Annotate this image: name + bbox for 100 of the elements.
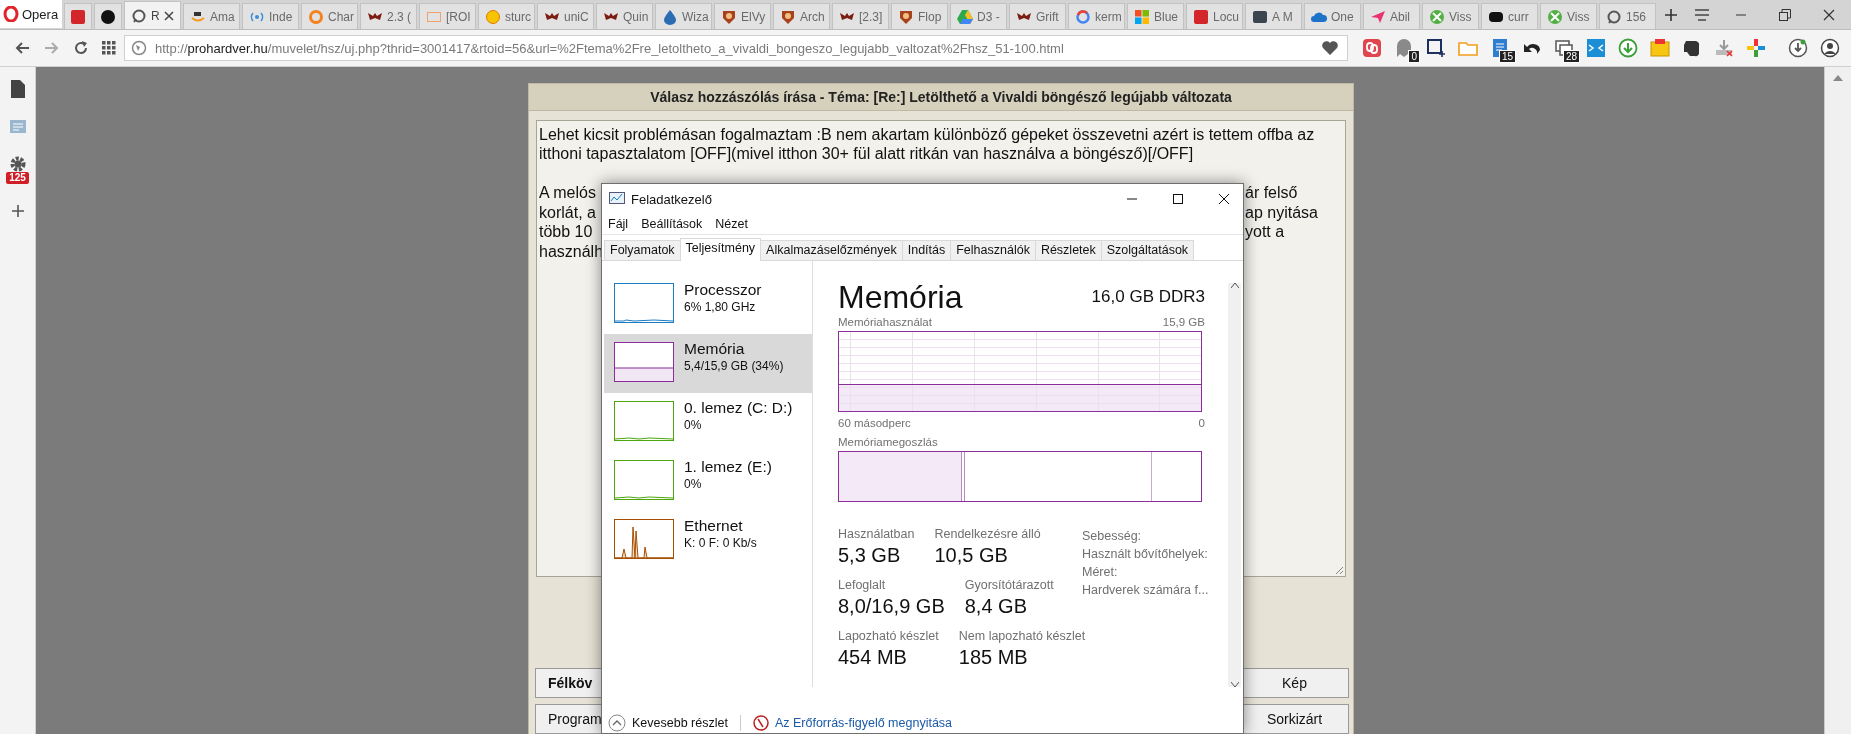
browser-tab[interactable]: Locu	[1186, 3, 1243, 29]
browser-tab[interactable]: One	[1304, 3, 1361, 29]
resource-item[interactable]: 1. lemez (E:) 0%	[604, 452, 812, 511]
plus-icon[interactable]	[1664, 8, 1678, 22]
browser-tab[interactable]: 2.3 (	[360, 3, 417, 29]
browser-tab[interactable]: kerm	[1068, 3, 1125, 29]
resource-item[interactable]: Processzor 6% 1,80 GHz	[604, 275, 812, 334]
graph-max-label: 15,9 GB	[1162, 315, 1205, 329]
axis-label: 0	[1198, 416, 1205, 430]
graph-label: Memóriamegoszlás	[838, 435, 938, 449]
scroll-up-icon[interactable]	[1230, 283, 1239, 288]
pinwheel-icon[interactable]	[1746, 38, 1766, 58]
reload-icon[interactable]	[74, 41, 88, 55]
browser-tab[interactable]: 156	[1599, 3, 1656, 29]
resource-item[interactable]: 0. lemez (C: D:) 0%	[604, 393, 812, 452]
resource-detail: 0%	[684, 476, 703, 492]
browser-tab[interactable]: Viss	[1540, 3, 1597, 29]
chevron-circle-icon[interactable]	[608, 714, 626, 732]
details-toggle[interactable]: Kevesebb részlet	[632, 716, 728, 730]
link[interactable]: Az Erőforrás-figyelő megnyitása	[774, 716, 953, 730]
browser-tab[interactable]: Arch	[773, 3, 830, 29]
message-text: ap nyitása	[1245, 202, 1318, 223]
stat-value: 185 MB	[958, 645, 1029, 670]
browser-tab[interactable]: uniC	[537, 3, 594, 29]
toolbar-button[interactable]: Félköv	[535, 668, 601, 698]
chain-icon[interactable]	[1362, 38, 1382, 58]
property-label: Használt bővítőhelyek:	[1082, 546, 1209, 563]
tab[interactable]: Felhasználók	[950, 240, 1036, 260]
browser-tab[interactable]: sturc	[478, 3, 535, 29]
close-icon[interactable]	[1218, 194, 1229, 204]
resource-detail: 0%	[684, 417, 703, 433]
cross-circle-icon	[1429, 8, 1445, 25]
code-icon[interactable]	[1586, 38, 1606, 58]
browser-tab[interactable]: A M	[1245, 3, 1302, 29]
maximize-icon[interactable]	[1172, 194, 1183, 204]
menu-item[interactable]: Nézet	[715, 217, 748, 231]
back-icon[interactable]	[14, 41, 30, 55]
close-icon[interactable]	[1823, 9, 1835, 21]
menu-icon[interactable]	[1694, 9, 1710, 21]
tab[interactable]: Folyamatok	[604, 240, 681, 260]
count-badge: 0	[1408, 50, 1420, 63]
download-icon[interactable]	[1618, 38, 1638, 58]
browser-tab[interactable]: Ama	[183, 3, 240, 29]
browser-tab[interactable]: Abil	[1363, 3, 1420, 29]
monitor-graph-icon	[609, 192, 625, 206]
heart-icon[interactable]	[1321, 40, 1339, 56]
browser-tab[interactable]	[94, 3, 122, 29]
tab[interactable]: Indítás	[901, 240, 952, 260]
count-badge: 15	[1498, 50, 1516, 63]
tray-icon[interactable]	[1714, 38, 1734, 58]
browser-tab[interactable]: curr	[1481, 3, 1538, 29]
menu-item[interactable]: Fájl	[608, 217, 629, 231]
gauge-icon[interactable]	[752, 715, 769, 731]
resource-name: Processzor	[684, 280, 762, 299]
browser-tab[interactable]: D3 -	[950, 3, 1007, 29]
cross-circle-icon	[1547, 8, 1563, 25]
document-icon[interactable]	[8, 79, 27, 99]
property-label: Sebesség:	[1082, 528, 1143, 545]
stat-value: 8,4 GB	[964, 594, 1028, 619]
toolbar-button[interactable]: Program	[535, 704, 601, 734]
address-field[interactable]: http://prohardver.hu/muvelet/hsz/uj.php?thrid=3001417&rtoid=56&url=%2Ftema%2Fre_letoltheto_a_vivaldi_bongeszo_legujabb_valtozat%2Fhsz_51-100.html	[124, 35, 1348, 61]
browser-tab[interactable]: Quin	[596, 3, 653, 29]
browser-tab[interactable]: Grift	[1009, 3, 1066, 29]
browser-tab[interactable]: Wiza	[655, 3, 712, 29]
tab[interactable]: Szolgáltatások	[1100, 240, 1195, 260]
browser-tab[interactable]: [ROI	[419, 3, 476, 29]
ghost-icon[interactable]	[1394, 38, 1414, 58]
tab[interactable]: Alkalmazáselőzmények	[760, 240, 903, 260]
tab[interactable]: Teljesítmény	[679, 238, 762, 261]
menu-item[interactable]: Beállítások	[641, 217, 703, 231]
browser-tab[interactable]: Viss	[1422, 3, 1479, 29]
browser-tab[interactable]: ElVy	[714, 3, 771, 29]
browser-tab[interactable]: Flop	[891, 3, 948, 29]
account-icon[interactable]	[1820, 38, 1840, 58]
grid-icon[interactable]	[102, 41, 116, 55]
circle-icon	[100, 8, 116, 25]
resource-item[interactable]: Ethernet K: 0 F: 0 Kb/s	[604, 511, 812, 570]
archive-icon[interactable]	[1650, 38, 1670, 58]
menu-button[interactable]: Opera	[0, 0, 62, 28]
message-text: itthoni tapasztalatom [OFF](mivel itthon 30+ fül alatt ritkán van használva a böngésző)[/OFF]	[539, 144, 1194, 164]
ring-icon	[131, 7, 147, 24]
browser-tab[interactable]: R	[124, 1, 181, 29]
scroll-down-icon[interactable]	[1230, 682, 1239, 687]
globe-icon	[131, 40, 147, 56]
ring-icon	[3, 6, 19, 22]
close-icon[interactable]	[164, 10, 174, 21]
resource-item[interactable]: Memória 5,4/15,9 GB (34%)	[604, 334, 812, 393]
square-plus-icon[interactable]	[1426, 38, 1446, 58]
message-text: yott a	[1245, 222, 1285, 242]
scroll-up-icon[interactable]	[1833, 75, 1843, 81]
download-icon[interactable]	[1788, 38, 1808, 58]
tab[interactable]: Részletek	[1034, 240, 1102, 260]
message-text: Lehet kicsit problémásan fogalmaztam :B nem akartam különböző gépeket összevetni azért is tettem offba az	[539, 124, 1315, 145]
browser-tab[interactable]: Inde	[242, 3, 299, 29]
browser-tab[interactable]: [2.3]	[832, 3, 889, 29]
browser-tab[interactable]: Blue	[1127, 3, 1184, 29]
restore-icon[interactable]	[1779, 9, 1791, 21]
count-badge: 28	[1562, 50, 1580, 63]
browser-tab[interactable]: Char	[301, 3, 358, 29]
scrollbar[interactable]	[1228, 283, 1241, 687]
